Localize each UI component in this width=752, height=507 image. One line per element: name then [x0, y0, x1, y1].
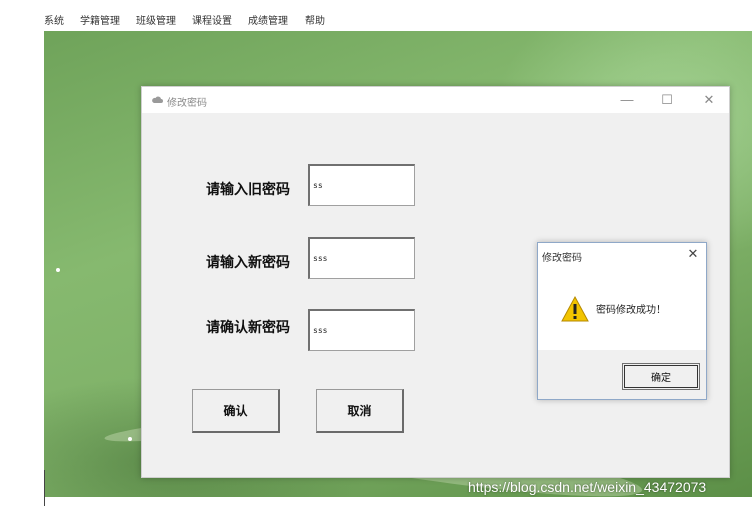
message-box-title: 修改密码 — [542, 253, 582, 264]
ok-button[interactable]: 确定 — [622, 363, 700, 390]
menu-student-records[interactable]: 学籍管理 — [80, 12, 120, 27]
cloud-icon — [152, 96, 163, 103]
watermark-url: https://blog.csdn.net/weixin_43472073 — [468, 479, 707, 495]
message-box-close-button[interactable]: ✕ — [684, 245, 702, 263]
window-title: 修改密码 — [167, 98, 207, 109]
success-message-box: 修改密码 ✕ 密码修改成功！ 确定 — [537, 242, 707, 400]
warning-icon — [561, 295, 589, 322]
old-password-label: 请输入旧密码 — [206, 182, 290, 198]
new-password-label: 请输入新密码 — [206, 255, 290, 271]
message-box-footer: 确定 — [538, 350, 706, 399]
confirm-password-input[interactable] — [308, 309, 415, 351]
old-password-input[interactable] — [308, 164, 415, 206]
background-dot — [56, 268, 60, 272]
message-text: 密码修改成功！ — [596, 305, 666, 316]
menu-course-settings[interactable]: 课程设置 — [192, 12, 232, 27]
menu-help[interactable]: 帮助 — [305, 12, 325, 27]
menu-bar: 系统 学籍管理 班级管理 课程设置 成绩管理 帮助 — [0, 0, 752, 30]
background-dot — [128, 437, 132, 441]
minimize-button[interactable]: — — [616, 90, 638, 110]
text-cursor — [44, 470, 45, 506]
maximize-button[interactable]: ☐ — [656, 90, 678, 110]
menu-system[interactable]: 系统 — [44, 12, 64, 27]
menu-grade-management[interactable]: 成绩管理 — [248, 12, 288, 27]
cancel-button[interactable]: 取消 — [316, 389, 404, 433]
new-password-input[interactable] — [308, 237, 415, 279]
confirm-button[interactable]: 确认 — [192, 389, 280, 433]
confirm-password-label: 请确认新密码 — [206, 320, 290, 336]
menu-class-management[interactable]: 班级管理 — [136, 12, 176, 27]
window-titlebar[interactable]: 修改密码 — ☐ ✕ — [142, 87, 729, 113]
close-button[interactable]: ✕ — [698, 90, 720, 110]
